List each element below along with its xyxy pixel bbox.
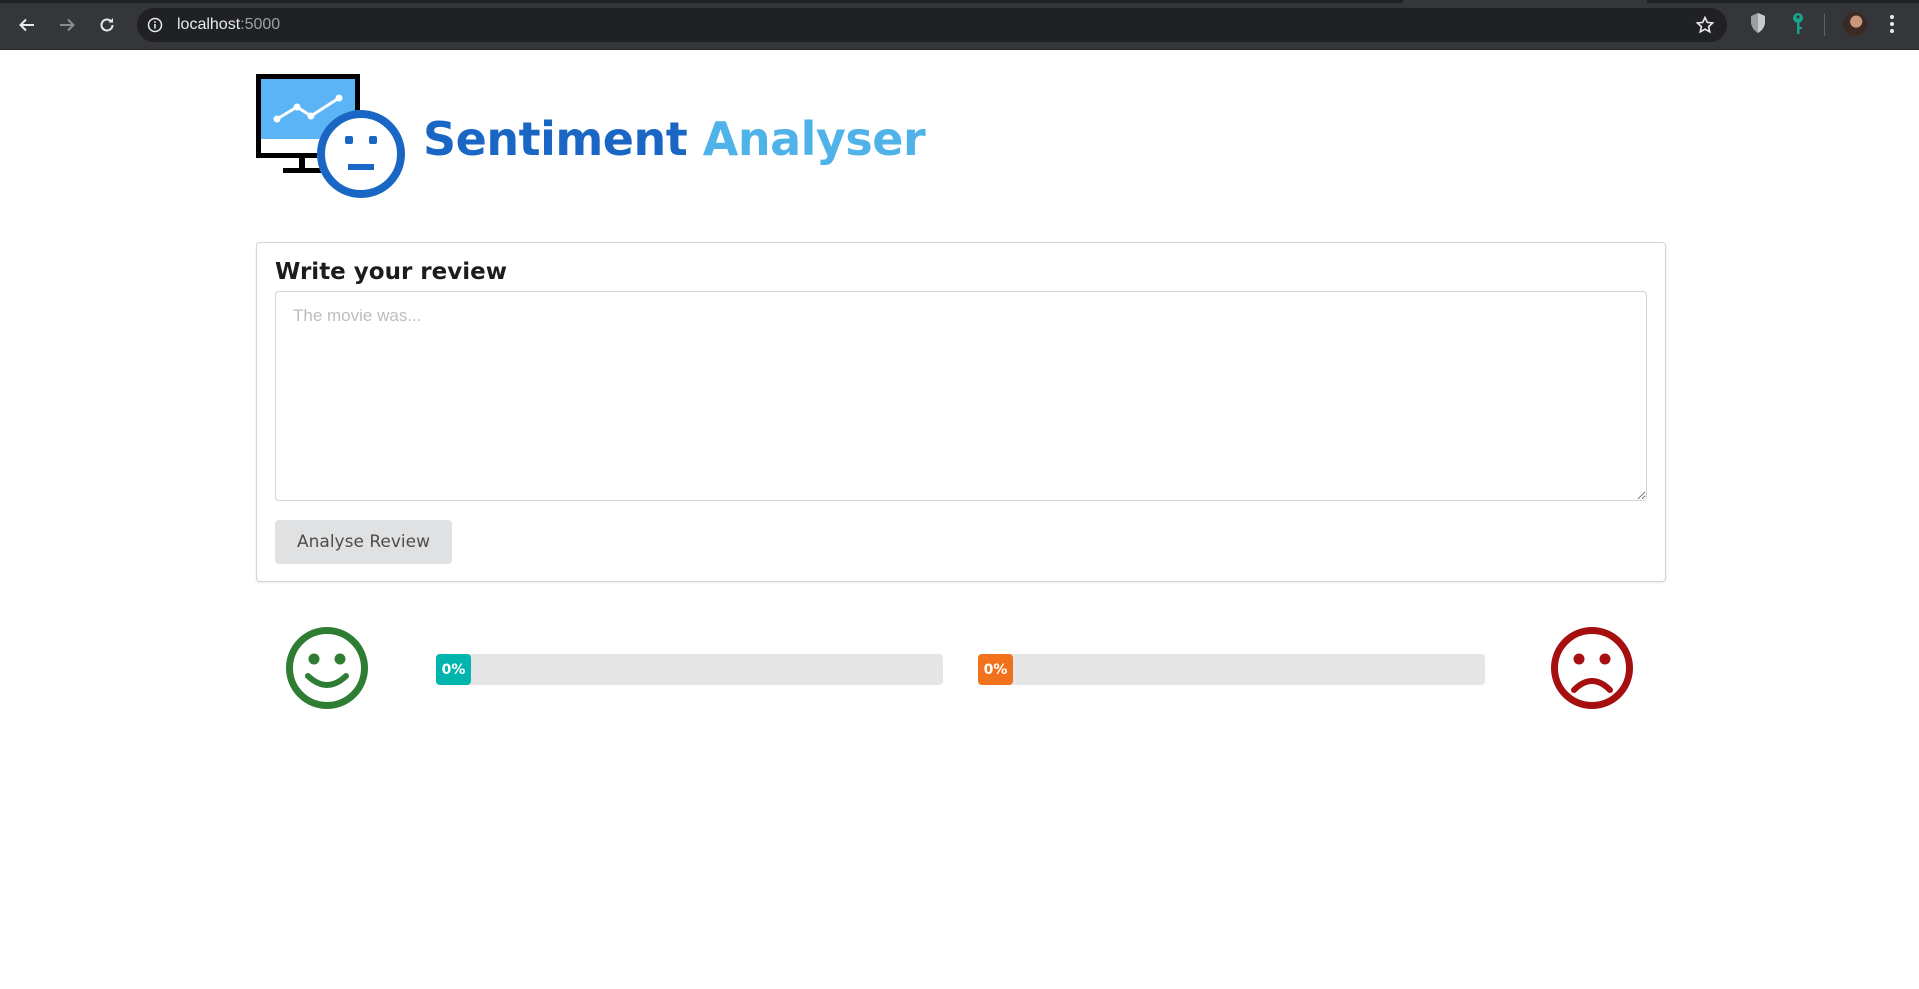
- negative-progress-fill: 0%: [978, 654, 1013, 685]
- arrow-right-icon: [60, 18, 75, 32]
- review-panel-title: Write your review: [275, 259, 507, 285]
- negative-percent-label: 0%: [983, 661, 1008, 678]
- frown-icon: [1551, 627, 1633, 709]
- reload-icon: [100, 18, 114, 32]
- more-vert-icon[interactable]: [1889, 13, 1895, 35]
- negative-progress-bar: 0%: [978, 654, 1485, 685]
- positive-progress-bar: 0%: [436, 654, 943, 685]
- logo-monitor-face-icon: [256, 74, 405, 198]
- analyse-review-button[interactable]: Analyse Review: [275, 520, 452, 564]
- reload-button[interactable]: [93, 11, 121, 39]
- review-textarea[interactable]: [275, 291, 1647, 501]
- url-port: :5000: [240, 16, 281, 33]
- smile-icon: [286, 627, 368, 709]
- review-panel: Write your review Analyse Review: [256, 242, 1666, 582]
- forward-button[interactable]: [53, 11, 81, 39]
- brand-title: Sentiment Analyser: [423, 112, 926, 166]
- profile-avatar[interactable]: [1843, 12, 1867, 36]
- positive-progress-fill: 0%: [436, 654, 471, 685]
- brand-word-1: Sentiment: [423, 112, 688, 166]
- url-host: localhost: [177, 16, 241, 33]
- info-icon[interactable]: [147, 17, 163, 33]
- brand-word-2: Analyser: [702, 112, 926, 166]
- positive-percent-label: 0%: [441, 661, 466, 678]
- shield-extension-icon[interactable]: [1749, 12, 1767, 34]
- active-tab-indicator: [1403, 0, 1647, 3]
- tab-strip: [0, 0, 1919, 3]
- back-button[interactable]: [13, 11, 41, 39]
- arrow-left-icon: [19, 18, 34, 32]
- url-text[interactable]: localhost:5000: [177, 16, 280, 34]
- browser-toolbar: localhost:5000: [0, 0, 1919, 50]
- key-extension-icon[interactable]: [1790, 12, 1806, 36]
- toolbar-separator: [1824, 14, 1825, 36]
- bookmark-star-icon[interactable]: [1695, 15, 1715, 35]
- address-bar[interactable]: localhost:5000: [137, 8, 1727, 42]
